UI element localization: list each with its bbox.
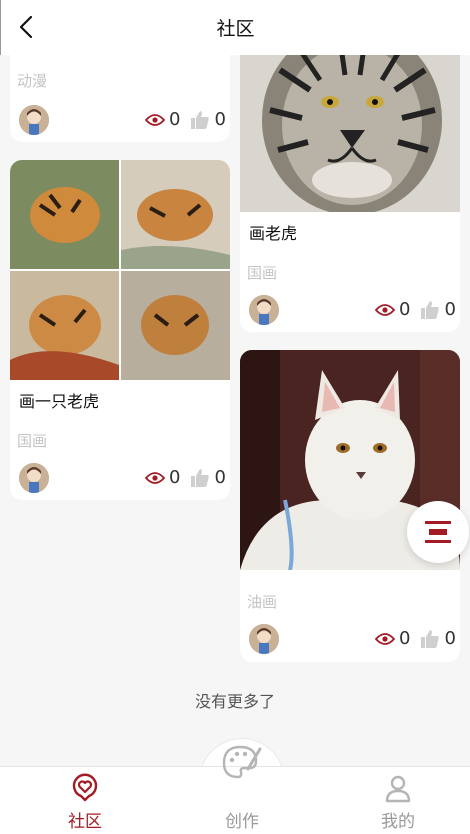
post-tag: 国画 (247, 264, 278, 282)
like-count: 0 (444, 628, 456, 649)
like-count: 0 (214, 467, 226, 488)
person-icon (385, 775, 411, 803)
post-card[interactable]: 画一只老虎 国画 0 0 (10, 160, 230, 500)
like-count: 0 (444, 299, 456, 320)
post-tag: 油画 (247, 593, 278, 611)
avatar-image (249, 295, 279, 325)
eye-icon (375, 303, 395, 316)
tab-label: 我的 (381, 812, 415, 832)
post-stats: 0 0 (375, 299, 456, 320)
post-stats: 0 0 (145, 109, 226, 130)
avatar[interactable] (249, 624, 279, 654)
post-stats: 0 0 (145, 467, 226, 488)
post-title: 画一只老虎 (19, 392, 100, 411)
palette-brush-icon (222, 745, 262, 779)
tiger-image (240, 30, 460, 212)
post-tag: 动漫 (17, 72, 48, 90)
view-count: 0 (169, 467, 181, 488)
back-arrow-icon[interactable] (15, 14, 39, 40)
thumbs-up-icon[interactable] (190, 468, 210, 488)
tab-label: 社区 (68, 812, 102, 832)
eye-icon (375, 632, 395, 645)
avatar[interactable] (249, 295, 279, 325)
thumbs-up-icon[interactable] (420, 629, 440, 649)
page-title: 社区 (216, 18, 255, 40)
post-stats: 0 0 (375, 628, 456, 649)
eye-icon (145, 471, 165, 484)
thumbs-up-icon[interactable] (420, 300, 440, 320)
top-nav-bar: 社区 (0, 0, 470, 55)
no-more-text: 没有更多了 (194, 692, 275, 711)
post-tag: 国画 (17, 432, 48, 450)
floating-menu-button[interactable] (407, 501, 469, 563)
eye-icon (145, 113, 165, 126)
tab-profile[interactable]: 我的 (348, 767, 448, 834)
bottom-tab-bar: 社区 创作 我的 (0, 745, 470, 834)
view-count: 0 (399, 299, 411, 320)
avatar-image (249, 624, 279, 654)
tiger-grid-image (10, 160, 230, 380)
post-title: 画老虎 (249, 224, 298, 243)
avatar-image (19, 463, 49, 493)
heart-chat-icon (72, 773, 98, 802)
avatar-image (19, 105, 49, 135)
view-count: 0 (169, 109, 181, 130)
view-count: 0 (399, 628, 411, 649)
avatar[interactable] (19, 105, 49, 135)
menu-lines-icon (425, 521, 451, 543)
post-card[interactable]: 画老虎 国画 0 0 (240, 30, 460, 332)
tab-community[interactable]: 社区 (35, 767, 135, 834)
tab-create[interactable]: 创作 (192, 745, 292, 834)
tab-label: 创作 (225, 812, 259, 832)
like-count: 0 (214, 109, 226, 130)
thumbs-up-icon[interactable] (190, 110, 210, 130)
avatar[interactable] (19, 463, 49, 493)
